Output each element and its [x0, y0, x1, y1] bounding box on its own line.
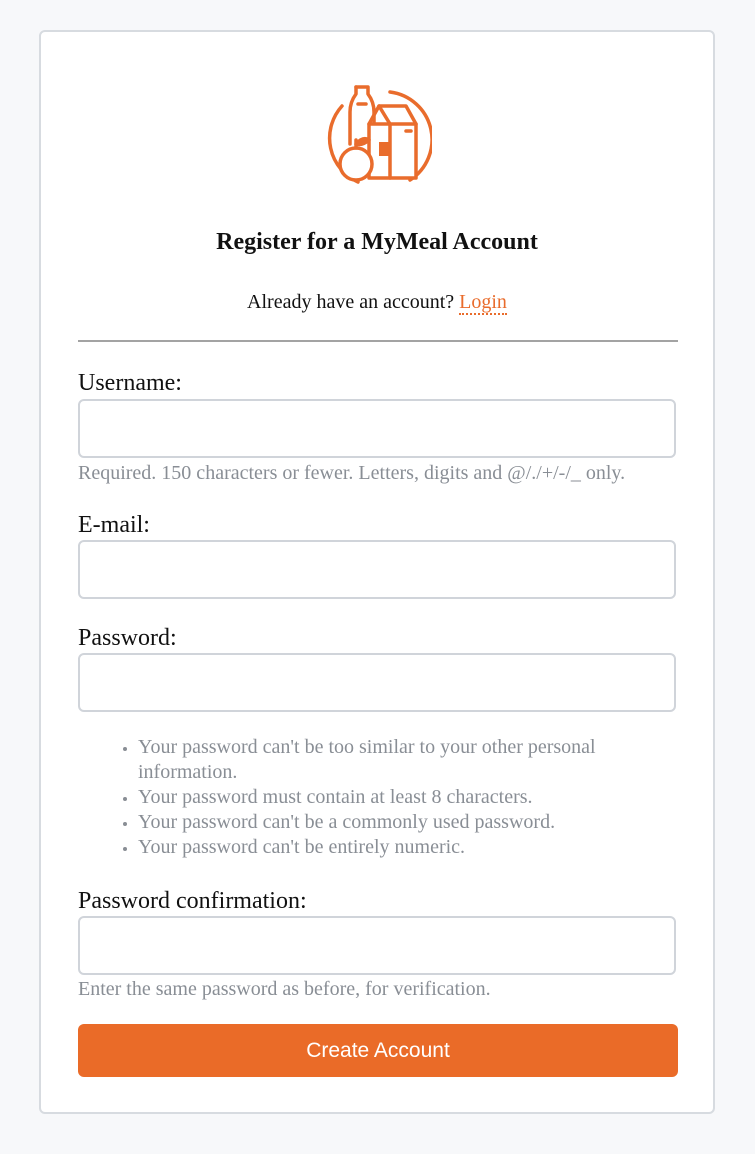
password-confirmation-input[interactable]	[78, 916, 676, 975]
divider	[78, 340, 678, 342]
login-prompt: Already have an account? Login	[41, 290, 713, 315]
password-rule: Your password can't be entirely numeric.	[138, 835, 698, 860]
username-help-text: Required. 150 characters or fewer. Lette…	[78, 462, 626, 484]
login-prompt-text: Already have an account?	[247, 291, 455, 313]
groceries-icon	[327, 85, 432, 184]
password-confirmation-help-text: Enter the same password as before, for v…	[78, 978, 491, 1000]
create-account-button[interactable]: Create Account	[78, 1024, 678, 1077]
password-rule: Your password must contain at least 8 ch…	[138, 785, 698, 810]
page-title: Register for a MyMeal Account	[216, 229, 538, 255]
email-input[interactable]	[78, 540, 676, 599]
email-label: E-mail:	[78, 512, 150, 538]
password-label: Password:	[78, 625, 177, 651]
password-input[interactable]	[78, 653, 676, 712]
username-label: Username:	[78, 370, 182, 396]
password-rules-list: Your password can't be too similar to yo…	[78, 735, 698, 860]
username-input[interactable]	[78, 399, 676, 458]
registration-card: Register for a MyMeal Account Already ha…	[39, 30, 715, 1114]
login-link[interactable]: Login	[459, 291, 507, 315]
password-confirmation-label: Password confirmation:	[78, 888, 307, 914]
password-rule: Your password can't be a commonly used p…	[138, 810, 698, 835]
password-rule: Your password can't be too similar to yo…	[138, 735, 698, 785]
